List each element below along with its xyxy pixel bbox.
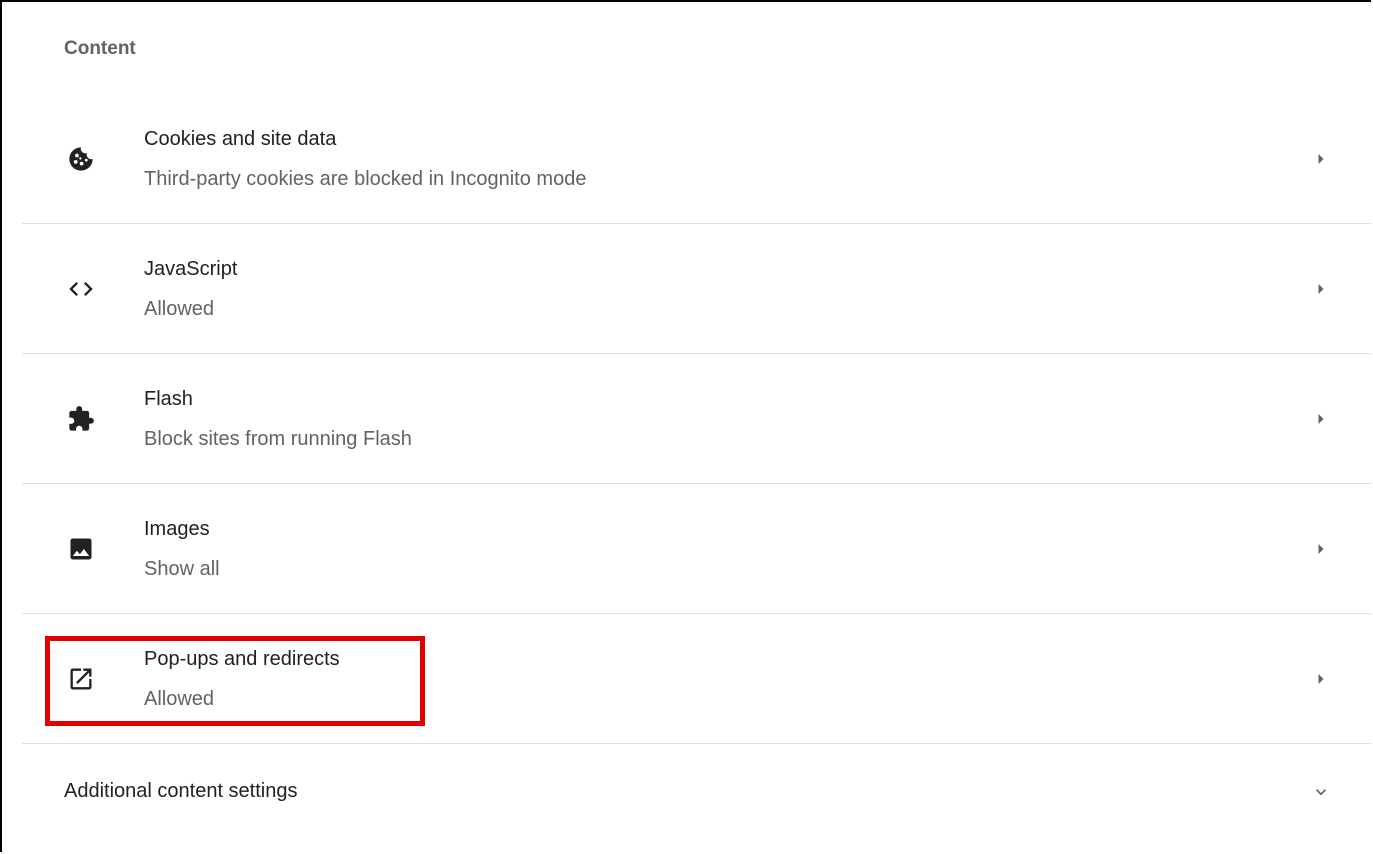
chevron-right-icon: [1311, 149, 1331, 169]
cookie-icon: [64, 142, 98, 176]
row-popups-and-redirects[interactable]: Pop-ups and redirects Allowed: [22, 614, 1371, 744]
row-cookies-and-site-data[interactable]: Cookies and site data Third-party cookie…: [22, 94, 1371, 224]
chevron-right-icon: [1311, 539, 1331, 559]
row-label: JavaScript: [144, 257, 238, 280]
open-in-new-icon: [64, 662, 98, 696]
row-label: Cookies and site data: [144, 127, 337, 150]
chevron-right-icon: [1311, 669, 1331, 689]
chevron-right-icon: [1311, 409, 1331, 429]
settings-panel: Content Cookies and site data Third-part…: [0, 0, 1371, 852]
puzzle-icon: [64, 402, 98, 436]
row-label: Flash: [144, 387, 193, 410]
additional-content-settings-toggle[interactable]: Additional content settings: [22, 744, 1371, 840]
row-images[interactable]: Images Show all: [22, 484, 1371, 614]
row-label: Images: [144, 517, 210, 540]
additional-content-settings-label: Additional content settings: [64, 780, 298, 802]
section-title: Content: [64, 38, 136, 59]
row-sublabel: Block sites from running Flash: [144, 427, 412, 450]
image-icon: [64, 532, 98, 566]
chevron-down-icon: [1311, 782, 1331, 802]
row-sublabel: Allowed: [144, 297, 215, 320]
row-sublabel: Show all: [144, 557, 220, 580]
row-javascript[interactable]: JavaScript Allowed: [22, 224, 1371, 354]
code-icon: [64, 272, 98, 306]
row-label: Pop-ups and redirects: [144, 647, 340, 670]
row-sublabel: Allowed: [144, 687, 215, 710]
row-flash[interactable]: Flash Block sites from running Flash: [22, 354, 1371, 484]
row-sublabel: Third-party cookies are blocked in Incog…: [144, 167, 587, 190]
chevron-right-icon: [1311, 279, 1331, 299]
